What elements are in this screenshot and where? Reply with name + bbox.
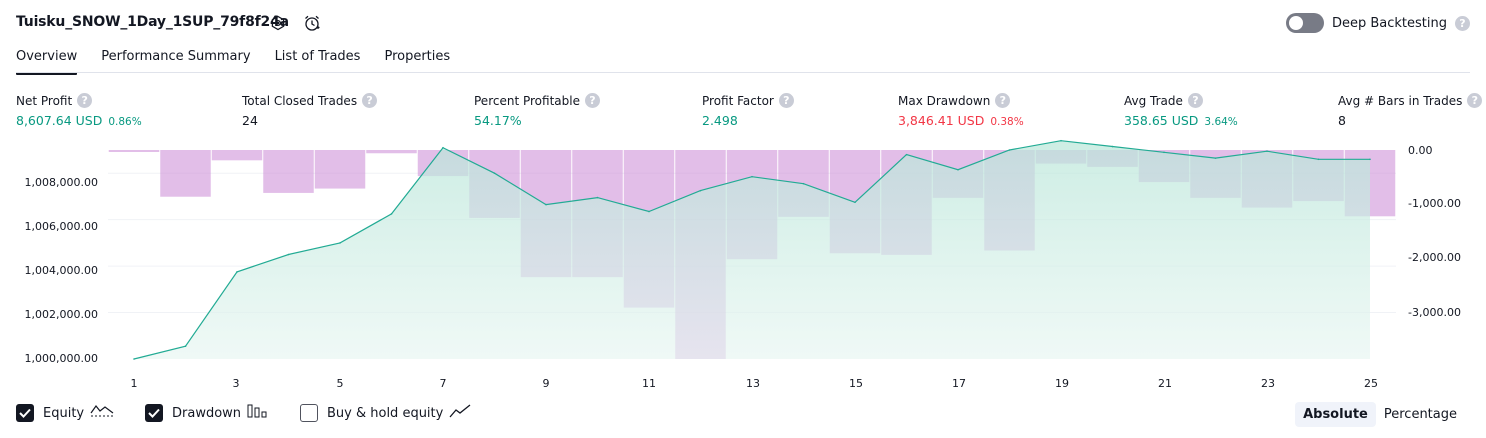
equity-point — [1008, 149, 1011, 151]
equity-point — [1369, 158, 1371, 161]
equity-point — [699, 189, 702, 192]
equity-point — [184, 345, 187, 348]
drawdown-bars-icon — [247, 403, 269, 423]
buy-hold-line-icon — [449, 403, 471, 423]
equity-point — [1060, 139, 1062, 142]
drawdown-bar — [108, 150, 160, 152]
equity-point — [493, 172, 496, 175]
equity-point — [596, 196, 599, 199]
equity-point — [339, 242, 341, 244]
scale-mode-toggle: Absolute Percentage — [1295, 400, 1465, 428]
equity-label: Equity — [43, 405, 85, 421]
drawdown-bar — [263, 150, 314, 193]
equity-point — [390, 213, 393, 215]
buy-hold-label: Buy & hold equity — [327, 405, 444, 421]
equity-point — [442, 146, 444, 149]
drawdown-label: Drawdown — [172, 405, 242, 421]
drawdown-bar — [314, 150, 366, 189]
buy-hold-checkbox[interactable] — [300, 404, 318, 422]
equity-point — [905, 153, 908, 156]
equity-point — [236, 271, 238, 273]
equity-point — [751, 175, 753, 178]
drawdown-bar — [366, 150, 417, 154]
equity-point — [1266, 150, 1268, 152]
equity-drawdown-chart — [108, 139, 1396, 360]
drawdown-bar — [211, 150, 263, 161]
equity-point — [854, 201, 856, 204]
equity-line-icon — [90, 403, 114, 423]
drawdown-option: Drawdown — [145, 403, 269, 423]
equity-point — [648, 210, 650, 213]
equity-point — [802, 182, 805, 185]
equity-point — [133, 358, 135, 360]
percentage-button[interactable]: Percentage — [1376, 402, 1465, 427]
equity-point — [957, 168, 959, 171]
drawdown-checkbox[interactable] — [145, 404, 163, 422]
buy-hold-option: Buy & hold equity — [300, 403, 471, 423]
equity-point — [545, 203, 547, 206]
equity-point — [287, 253, 290, 256]
equity-point — [1317, 158, 1320, 161]
equity-option: Equity — [16, 403, 114, 423]
drawdown-bar — [160, 150, 211, 197]
equity-point — [1214, 157, 1217, 159]
equity-point — [1163, 151, 1165, 154]
absolute-button[interactable]: Absolute — [1295, 401, 1376, 427]
equity-point — [1111, 145, 1114, 148]
equity-checkbox[interactable] — [16, 404, 34, 422]
